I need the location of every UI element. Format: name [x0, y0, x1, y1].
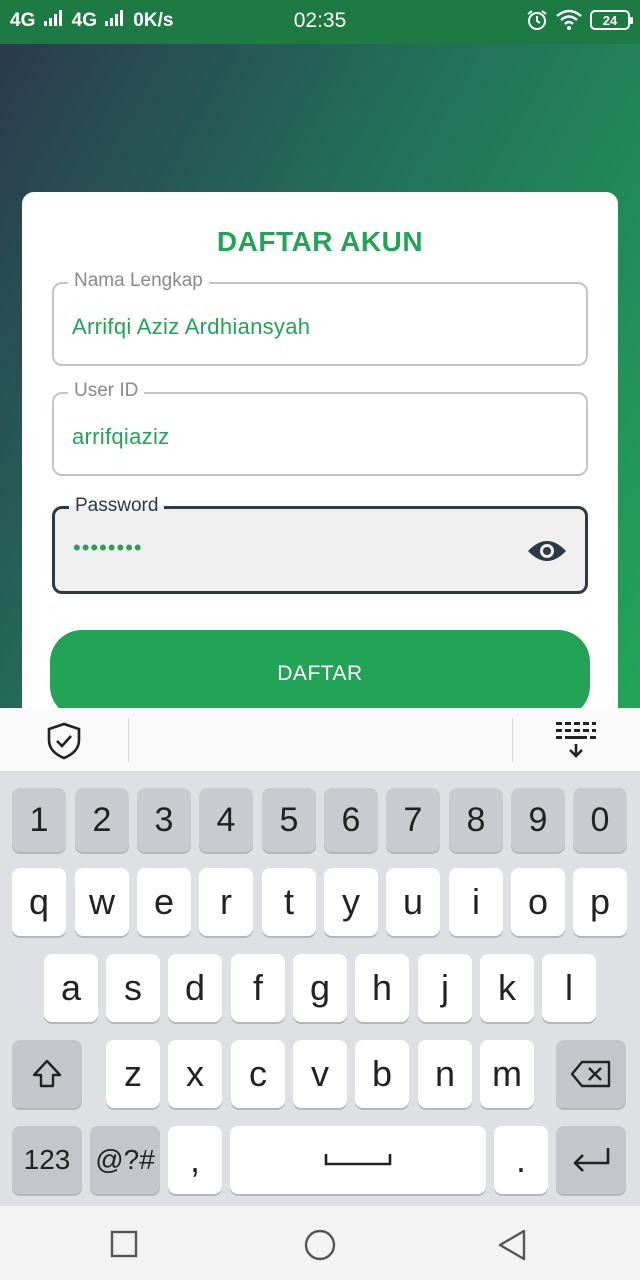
numbers-key[interactable]: 123: [12, 1126, 82, 1194]
battery-icon: 24: [590, 10, 633, 30]
register-button[interactable]: DAFTAR: [50, 630, 590, 718]
key-x[interactable]: x: [168, 1040, 222, 1108]
key-0[interactable]: 0: [573, 788, 627, 852]
space-key[interactable]: [230, 1126, 486, 1194]
keyboard: 1 2 3 4 5 6 7 8 9 0 q w e r t y u i o p …: [0, 772, 640, 1206]
keyboard-hide-icon[interactable]: [554, 720, 598, 760]
key-g[interactable]: g: [293, 954, 347, 1022]
key-6[interactable]: 6: [324, 788, 378, 852]
key-n[interactable]: n: [418, 1040, 472, 1108]
navigation-bar: [0, 1206, 640, 1280]
key-v[interactable]: v: [293, 1040, 347, 1108]
key-7[interactable]: 7: [386, 788, 440, 852]
key-1[interactable]: 1: [12, 788, 66, 852]
key-9[interactable]: 9: [511, 788, 565, 852]
eye-icon[interactable]: [527, 537, 567, 565]
key-m[interactable]: m: [480, 1040, 534, 1108]
key-e[interactable]: e: [137, 868, 191, 936]
enter-icon: [573, 1148, 610, 1172]
key-u[interactable]: u: [386, 868, 440, 936]
toolbar-divider: [128, 718, 129, 762]
key-3[interactable]: 3: [137, 788, 191, 852]
key-c[interactable]: c: [231, 1040, 285, 1108]
back-icon[interactable]: [496, 1228, 528, 1262]
shield-check-icon[interactable]: [46, 722, 82, 760]
key-k[interactable]: k: [480, 954, 534, 1022]
backspace-key[interactable]: [556, 1040, 626, 1108]
key-2[interactable]: 2: [75, 788, 129, 852]
shift-key[interactable]: [12, 1040, 82, 1108]
wifi-icon: [556, 9, 582, 30]
comma-key[interactable]: ,: [168, 1126, 222, 1194]
key-a[interactable]: a: [44, 954, 98, 1022]
shift-icon: [32, 1059, 62, 1088]
fullname-input[interactable]: Arrifqi Aziz Ardhiansyah: [72, 314, 310, 340]
userid-label: User ID: [68, 380, 145, 402]
key-s[interactable]: s: [106, 954, 160, 1022]
key-o[interactable]: o: [511, 868, 565, 936]
key-t[interactable]: t: [262, 868, 316, 936]
status-right: 24: [526, 9, 633, 31]
key-b[interactable]: b: [355, 1040, 409, 1108]
backspace-icon: [570, 1060, 611, 1088]
fullname-field[interactable]: Nama Lengkap Arrifqi Aziz Ardhiansyah: [52, 270, 588, 366]
page-title: DAFTAR AKUN: [216, 226, 424, 257]
register-card: DAFTAR AKUN Nama Lengkap Arrifqi Aziz Ar…: [22, 192, 618, 732]
keyboard-toolbar: [0, 708, 640, 772]
symbols-key[interactable]: @?#: [90, 1126, 160, 1194]
key-p[interactable]: p: [573, 868, 627, 936]
enter-key[interactable]: [556, 1126, 626, 1194]
space-icon: [324, 1154, 392, 1166]
password-field[interactable]: Password ••••••••: [52, 495, 588, 594]
password-input[interactable]: ••••••••: [73, 535, 143, 561]
key-w[interactable]: w: [75, 868, 129, 936]
userid-field[interactable]: User ID arrifqiaziz: [52, 380, 588, 476]
key-5[interactable]: 5: [262, 788, 316, 852]
key-h[interactable]: h: [355, 954, 409, 1022]
password-label: Password: [69, 495, 165, 517]
toolbar-divider: [512, 718, 513, 762]
key-y[interactable]: y: [324, 868, 378, 936]
key-j[interactable]: j: [418, 954, 472, 1022]
key-i[interactable]: i: [449, 868, 503, 936]
fullname-label: Nama Lengkap: [68, 270, 209, 292]
key-f[interactable]: f: [231, 954, 285, 1022]
key-8[interactable]: 8: [449, 788, 503, 852]
key-d[interactable]: d: [168, 954, 222, 1022]
userid-input[interactable]: arrifqiaziz: [72, 424, 169, 450]
key-4[interactable]: 4: [199, 788, 253, 852]
home-icon[interactable]: [303, 1228, 337, 1262]
key-q[interactable]: q: [12, 868, 66, 936]
key-z[interactable]: z: [106, 1040, 160, 1108]
alarm-icon: [527, 10, 547, 30]
period-key[interactable]: .: [494, 1126, 548, 1194]
key-r[interactable]: r: [199, 868, 253, 936]
key-l[interactable]: l: [542, 954, 596, 1022]
recent-apps-icon[interactable]: [110, 1230, 138, 1258]
battery-level: 24: [602, 12, 618, 28]
status-bar: 4G 4G 0K/s 02:35 24: [0, 0, 640, 44]
